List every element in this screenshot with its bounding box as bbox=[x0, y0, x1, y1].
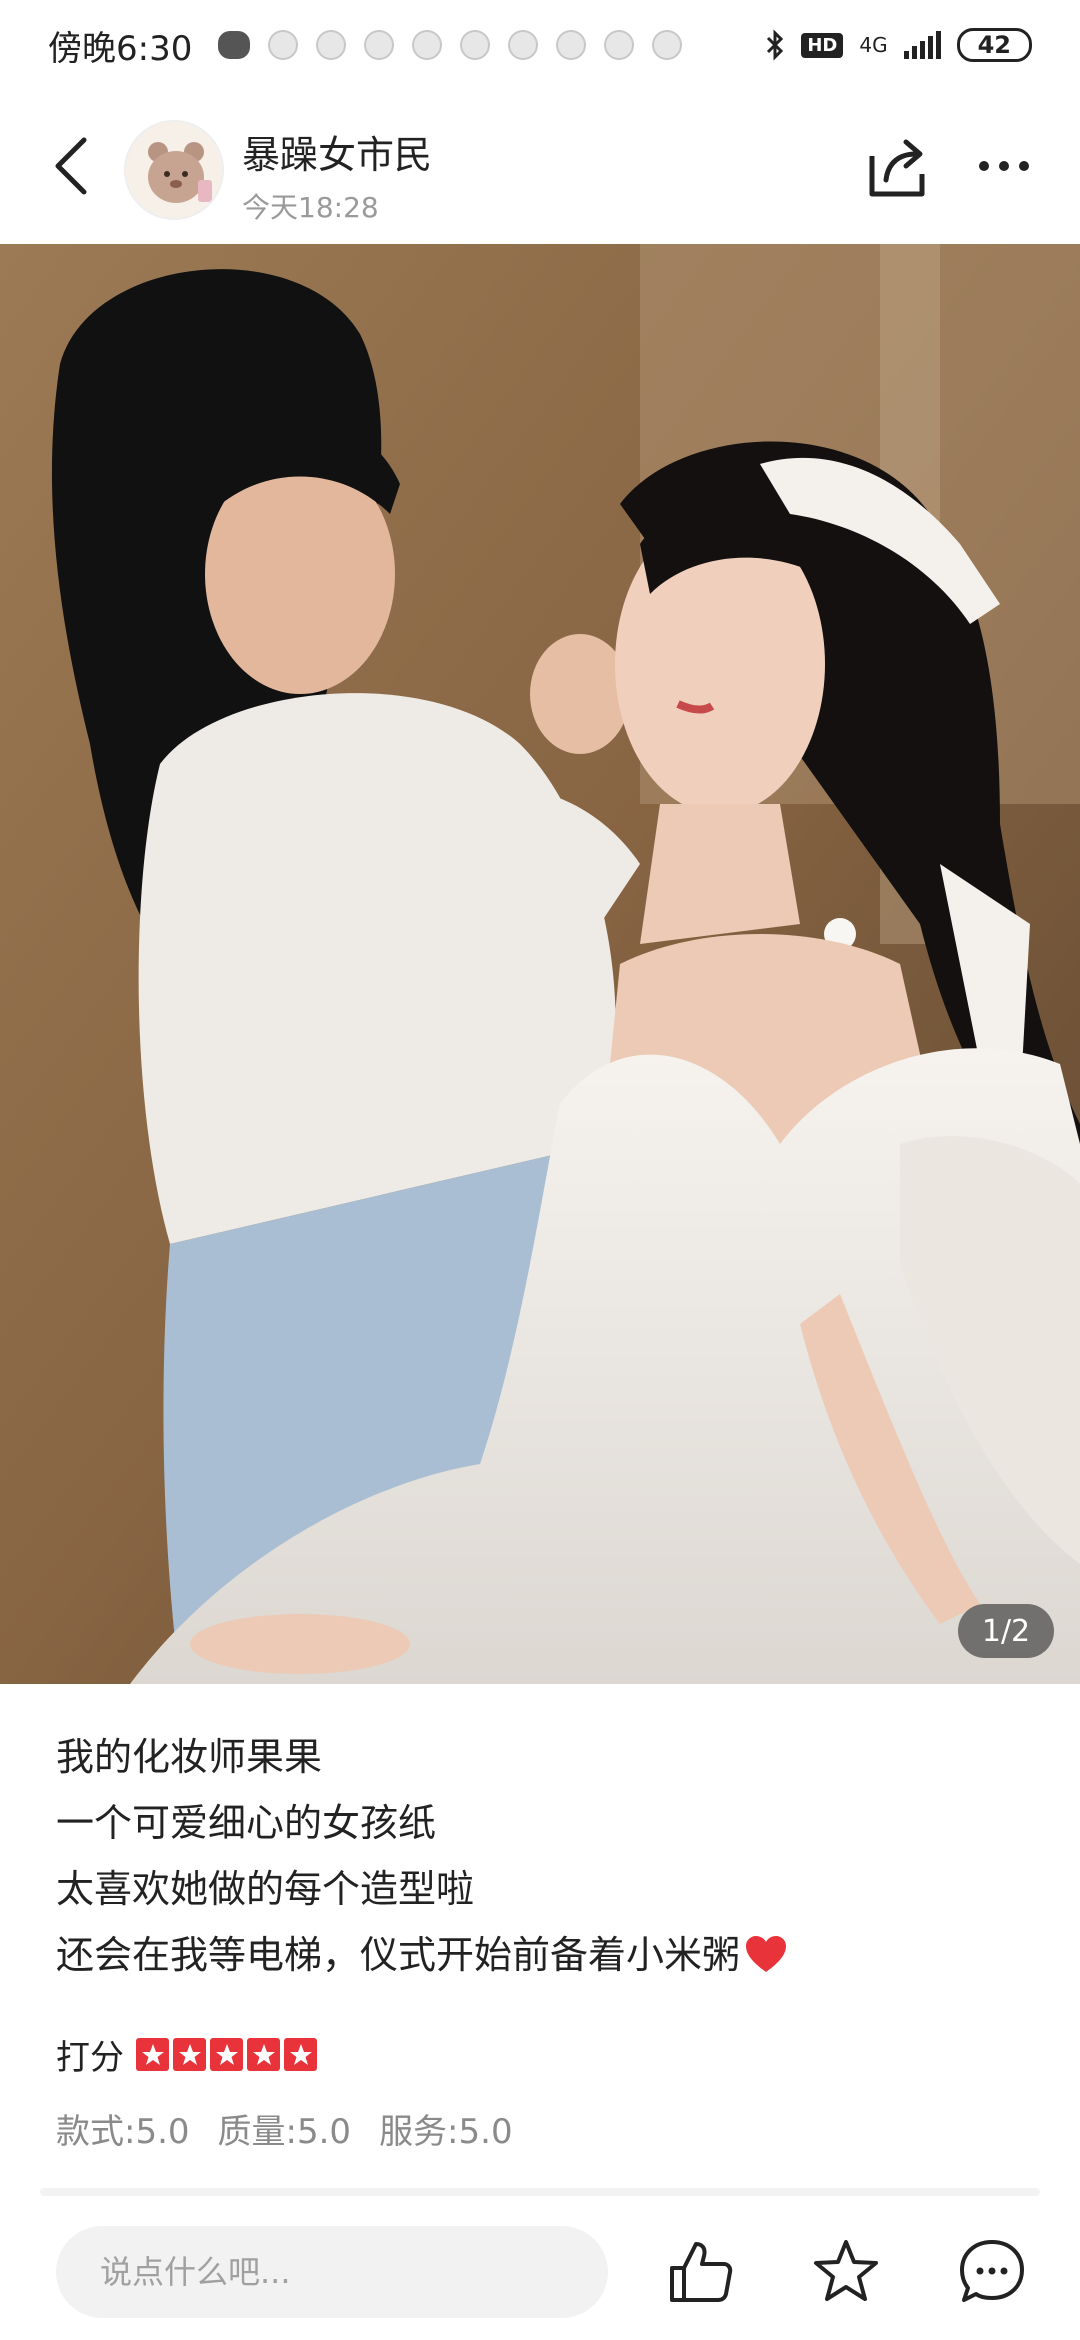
bluetooth-icon bbox=[767, 29, 784, 61]
favorite-icon[interactable] bbox=[810, 2236, 882, 2308]
post-line-3: 太喜欢她做的每个造型啦 bbox=[56, 1867, 475, 1911]
battery-indicator: 42 bbox=[956, 28, 1032, 62]
notification-icon bbox=[268, 30, 299, 60]
share-icon[interactable] bbox=[866, 136, 930, 200]
score-quality: 质量:5.0 bbox=[217, 2112, 352, 2152]
status-time: 傍晚6:30 bbox=[48, 28, 193, 69]
status-bar: 傍晚6:30 HD 4G 42 bbox=[0, 0, 1080, 90]
notification-icon bbox=[556, 30, 587, 60]
hd-badge: HD bbox=[801, 32, 844, 58]
rating: 打分 bbox=[56, 2030, 317, 2079]
signal-icon bbox=[903, 31, 941, 59]
like-icon[interactable] bbox=[664, 2236, 736, 2308]
post-time: 今天18:28 bbox=[242, 191, 379, 224]
notification-icon bbox=[364, 30, 395, 60]
rating-star-icon bbox=[284, 2038, 317, 2071]
post-line-4-wrap: 还会在我等电梯，仪式开始前备着小米粥 bbox=[56, 1922, 1036, 1988]
bottom-bar bbox=[0, 2200, 1080, 2340]
rating-star-icon bbox=[210, 2038, 243, 2071]
username[interactable]: 暴躁女市民 bbox=[242, 124, 432, 179]
more-icon[interactable] bbox=[976, 158, 1032, 174]
notification-icon bbox=[508, 30, 539, 60]
post-photo[interactable] bbox=[0, 244, 1080, 1684]
post-header: 暴躁女市民 今天18:28 bbox=[0, 100, 1080, 240]
network-type: 4G bbox=[859, 33, 888, 57]
score-list: 款式:5.0 质量:5.0 服务:5.0 bbox=[56, 2104, 513, 2153]
notification-icon bbox=[460, 30, 491, 60]
wedding-makeup-photo bbox=[0, 244, 1080, 1684]
score-service: 服务:5.0 bbox=[379, 2112, 513, 2152]
rating-star-icon bbox=[173, 2038, 206, 2071]
notification-icon bbox=[412, 30, 443, 60]
score-style: 款式:5.0 bbox=[56, 2112, 190, 2152]
wechat-notification-icon bbox=[218, 31, 251, 59]
post-line-4: 还会在我等电梯，仪式开始前备着小米粥 bbox=[56, 1933, 741, 1977]
notification-icons bbox=[218, 30, 683, 60]
notification-icon bbox=[316, 30, 347, 60]
post-line-1: 我的化妆师果果 bbox=[56, 1735, 323, 1779]
post-line-2: 一个可爱细心的女孩纸 bbox=[56, 1801, 437, 1845]
back-icon[interactable] bbox=[48, 136, 98, 196]
notification-icon bbox=[604, 30, 635, 60]
photo-pager: 1/2 bbox=[958, 1604, 1054, 1658]
comment-icon[interactable] bbox=[956, 2236, 1028, 2308]
rating-star-icon bbox=[136, 2038, 169, 2071]
comment-input[interactable] bbox=[56, 2226, 608, 2318]
post-content: 我的化妆师果果 一个可爱细心的女孩纸 太喜欢她做的每个造型啦 还会在我等电梯，仪… bbox=[56, 1724, 1036, 1988]
avatar[interactable] bbox=[124, 120, 224, 220]
notification-icon bbox=[652, 30, 683, 60]
rating-star-icon bbox=[247, 2038, 280, 2071]
rating-stars bbox=[136, 2038, 317, 2071]
status-right: HD 4G 42 bbox=[765, 28, 1032, 62]
rating-label: 打分 bbox=[56, 2038, 124, 2078]
heart-icon bbox=[746, 1936, 787, 1972]
divider bbox=[40, 2188, 1040, 2196]
